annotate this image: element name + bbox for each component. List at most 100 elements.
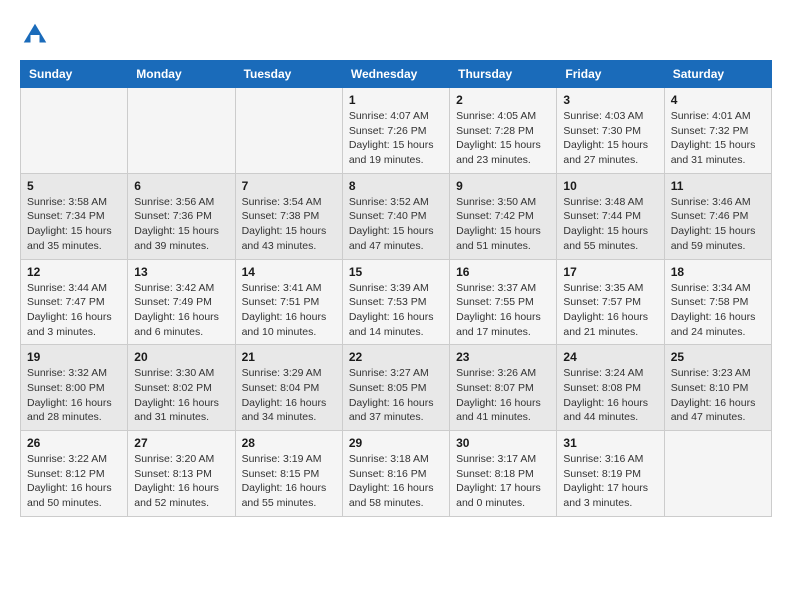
- calendar-cell: 30 Sunrise: 3:17 AM Sunset: 8:18 PM Dayli…: [450, 431, 557, 517]
- day-detail: Sunrise: 3:37 AM Sunset: 7:55 PM Dayligh…: [456, 281, 550, 340]
- calendar-cell: [664, 431, 771, 517]
- calendar-cell: 17 Sunrise: 3:35 AM Sunset: 7:57 PM Dayli…: [557, 259, 664, 345]
- day-detail: Sunrise: 3:42 AM Sunset: 7:49 PM Dayligh…: [134, 281, 228, 340]
- calendar-cell: 8Sunrise: 3:52 AM Sunset: 7:40 PM Daylig…: [342, 173, 449, 259]
- calendar-cell: 3 Sunrise: 4:03 AM Sunset: 7:30 PM Daylig…: [557, 88, 664, 174]
- day-number: 22: [349, 350, 443, 364]
- calendar-cell: 4 Sunrise: 4:01 AM Sunset: 7:32 PM Daylig…: [664, 88, 771, 174]
- day-number: 14: [242, 265, 336, 279]
- day-detail: Sunrise: 3:26 AM Sunset: 8:07 PM Dayligh…: [456, 366, 550, 425]
- calendar-week-2: 5Sunrise: 3:58 AM Sunset: 7:34 PM Daylig…: [21, 173, 772, 259]
- day-detail: Sunrise: 4:07 AM Sunset: 7:26 PM Dayligh…: [349, 109, 443, 168]
- day-number: 21: [242, 350, 336, 364]
- calendar-cell: 13 Sunrise: 3:42 AM Sunset: 7:49 PM Dayli…: [128, 259, 235, 345]
- calendar-table: SundayMondayTuesdayWednesdayThursdayFrid…: [20, 60, 772, 517]
- day-number: 8: [349, 179, 443, 193]
- day-number: 19: [27, 350, 121, 364]
- day-number: 20: [134, 350, 228, 364]
- calendar-cell: 26 Sunrise: 3:22 AM Sunset: 8:12 PM Dayli…: [21, 431, 128, 517]
- day-number: 24: [563, 350, 657, 364]
- day-detail: Sunrise: 3:24 AM Sunset: 8:08 PM Dayligh…: [563, 366, 657, 425]
- weekday-header-thursday: Thursday: [450, 61, 557, 88]
- calendar-cell: 5Sunrise: 3:58 AM Sunset: 7:34 PM Daylig…: [21, 173, 128, 259]
- day-number: 31: [563, 436, 657, 450]
- day-number: 12: [27, 265, 121, 279]
- day-number: 15: [349, 265, 443, 279]
- day-detail: Sunrise: 3:32 AM Sunset: 8:00 PM Dayligh…: [27, 366, 121, 425]
- calendar-cell: 27 Sunrise: 3:20 AM Sunset: 8:13 PM Dayli…: [128, 431, 235, 517]
- day-number: 17: [563, 265, 657, 279]
- day-number: 10: [563, 179, 657, 193]
- day-number: 13: [134, 265, 228, 279]
- day-detail: Sunrise: 3:41 AM Sunset: 7:51 PM Dayligh…: [242, 281, 336, 340]
- day-number: 23: [456, 350, 550, 364]
- calendar-cell: 10 Sunrise: 3:48 AM Sunset: 7:44 PM Dayli…: [557, 173, 664, 259]
- calendar-cell: 12 Sunrise: 3:44 AM Sunset: 7:47 PM Dayli…: [21, 259, 128, 345]
- day-number: 6: [134, 179, 228, 193]
- page-header: [20, 20, 772, 50]
- calendar-cell: 11Sunrise: 3:46 AM Sunset: 7:46 PM Dayli…: [664, 173, 771, 259]
- calendar-cell: 1 Sunrise: 4:07 AM Sunset: 7:26 PM Daylig…: [342, 88, 449, 174]
- weekday-header-wednesday: Wednesday: [342, 61, 449, 88]
- day-number: 2: [456, 93, 550, 107]
- day-number: 26: [27, 436, 121, 450]
- day-number: 27: [134, 436, 228, 450]
- weekday-row: SundayMondayTuesdayWednesdayThursdayFrid…: [21, 61, 772, 88]
- day-detail: Sunrise: 3:56 AM Sunset: 7:36 PM Dayligh…: [134, 195, 228, 254]
- day-detail: Sunrise: 3:44 AM Sunset: 7:47 PM Dayligh…: [27, 281, 121, 340]
- day-detail: Sunrise: 4:05 AM Sunset: 7:28 PM Dayligh…: [456, 109, 550, 168]
- day-detail: Sunrise: 3:50 AM Sunset: 7:42 PM Dayligh…: [456, 195, 550, 254]
- weekday-header-friday: Friday: [557, 61, 664, 88]
- day-detail: Sunrise: 3:18 AM Sunset: 8:16 PM Dayligh…: [349, 452, 443, 511]
- calendar-week-3: 12 Sunrise: 3:44 AM Sunset: 7:47 PM Dayli…: [21, 259, 772, 345]
- day-detail: Sunrise: 3:34 AM Sunset: 7:58 PM Dayligh…: [671, 281, 765, 340]
- calendar-cell: 21 Sunrise: 3:29 AM Sunset: 8:04 PM Dayli…: [235, 345, 342, 431]
- day-number: 18: [671, 265, 765, 279]
- calendar-cell: 9 Sunrise: 3:50 AM Sunset: 7:42 PM Daylig…: [450, 173, 557, 259]
- calendar-cell: 6 Sunrise: 3:56 AM Sunset: 7:36 PM Daylig…: [128, 173, 235, 259]
- day-number: 5: [27, 179, 121, 193]
- day-number: 25: [671, 350, 765, 364]
- day-detail: Sunrise: 3:20 AM Sunset: 8:13 PM Dayligh…: [134, 452, 228, 511]
- day-detail: Sunrise: 3:39 AM Sunset: 7:53 PM Dayligh…: [349, 281, 443, 340]
- weekday-header-sunday: Sunday: [21, 61, 128, 88]
- day-number: 16: [456, 265, 550, 279]
- day-number: 1: [349, 93, 443, 107]
- day-detail: Sunrise: 3:27 AM Sunset: 8:05 PM Dayligh…: [349, 366, 443, 425]
- calendar-cell: 31 Sunrise: 3:16 AM Sunset: 8:19 PM Dayli…: [557, 431, 664, 517]
- calendar-cell: 7Sunrise: 3:54 AM Sunset: 7:38 PM Daylig…: [235, 173, 342, 259]
- calendar-cell: [21, 88, 128, 174]
- day-number: 9: [456, 179, 550, 193]
- day-detail: Sunrise: 3:23 AM Sunset: 8:10 PM Dayligh…: [671, 366, 765, 425]
- calendar-body: 1 Sunrise: 4:07 AM Sunset: 7:26 PM Daylig…: [21, 88, 772, 517]
- calendar-header: SundayMondayTuesdayWednesdayThursdayFrid…: [21, 61, 772, 88]
- calendar-week-5: 26 Sunrise: 3:22 AM Sunset: 8:12 PM Dayli…: [21, 431, 772, 517]
- day-detail: Sunrise: 3:35 AM Sunset: 7:57 PM Dayligh…: [563, 281, 657, 340]
- day-detail: Sunrise: 3:22 AM Sunset: 8:12 PM Dayligh…: [27, 452, 121, 511]
- calendar-cell: 25 Sunrise: 3:23 AM Sunset: 8:10 PM Dayli…: [664, 345, 771, 431]
- calendar-cell: 18 Sunrise: 3:34 AM Sunset: 7:58 PM Dayli…: [664, 259, 771, 345]
- logo: [20, 20, 54, 50]
- day-number: 28: [242, 436, 336, 450]
- day-detail: Sunrise: 3:48 AM Sunset: 7:44 PM Dayligh…: [563, 195, 657, 254]
- day-number: 30: [456, 436, 550, 450]
- day-number: 7: [242, 179, 336, 193]
- day-detail: Sunrise: 3:16 AM Sunset: 8:19 PM Dayligh…: [563, 452, 657, 511]
- calendar-cell: 22 Sunrise: 3:27 AM Sunset: 8:05 PM Dayli…: [342, 345, 449, 431]
- weekday-header-monday: Monday: [128, 61, 235, 88]
- weekday-header-saturday: Saturday: [664, 61, 771, 88]
- calendar-cell: 23 Sunrise: 3:26 AM Sunset: 8:07 PM Dayli…: [450, 345, 557, 431]
- day-detail: Sunrise: 4:01 AM Sunset: 7:32 PM Dayligh…: [671, 109, 765, 168]
- calendar-cell: 24 Sunrise: 3:24 AM Sunset: 8:08 PM Dayli…: [557, 345, 664, 431]
- day-number: 4: [671, 93, 765, 107]
- day-detail: Sunrise: 4:03 AM Sunset: 7:30 PM Dayligh…: [563, 109, 657, 168]
- calendar-cell: 19 Sunrise: 3:32 AM Sunset: 8:00 PM Dayli…: [21, 345, 128, 431]
- day-detail: Sunrise: 3:19 AM Sunset: 8:15 PM Dayligh…: [242, 452, 336, 511]
- day-detail: Sunrise: 3:17 AM Sunset: 8:18 PM Dayligh…: [456, 452, 550, 511]
- day-detail: Sunrise: 3:30 AM Sunset: 8:02 PM Dayligh…: [134, 366, 228, 425]
- calendar-cell: 14 Sunrise: 3:41 AM Sunset: 7:51 PM Dayli…: [235, 259, 342, 345]
- calendar-cell: 2 Sunrise: 4:05 AM Sunset: 7:28 PM Daylig…: [450, 88, 557, 174]
- calendar-cell: 20 Sunrise: 3:30 AM Sunset: 8:02 PM Dayli…: [128, 345, 235, 431]
- day-number: 3: [563, 93, 657, 107]
- day-detail: Sunrise: 3:29 AM Sunset: 8:04 PM Dayligh…: [242, 366, 336, 425]
